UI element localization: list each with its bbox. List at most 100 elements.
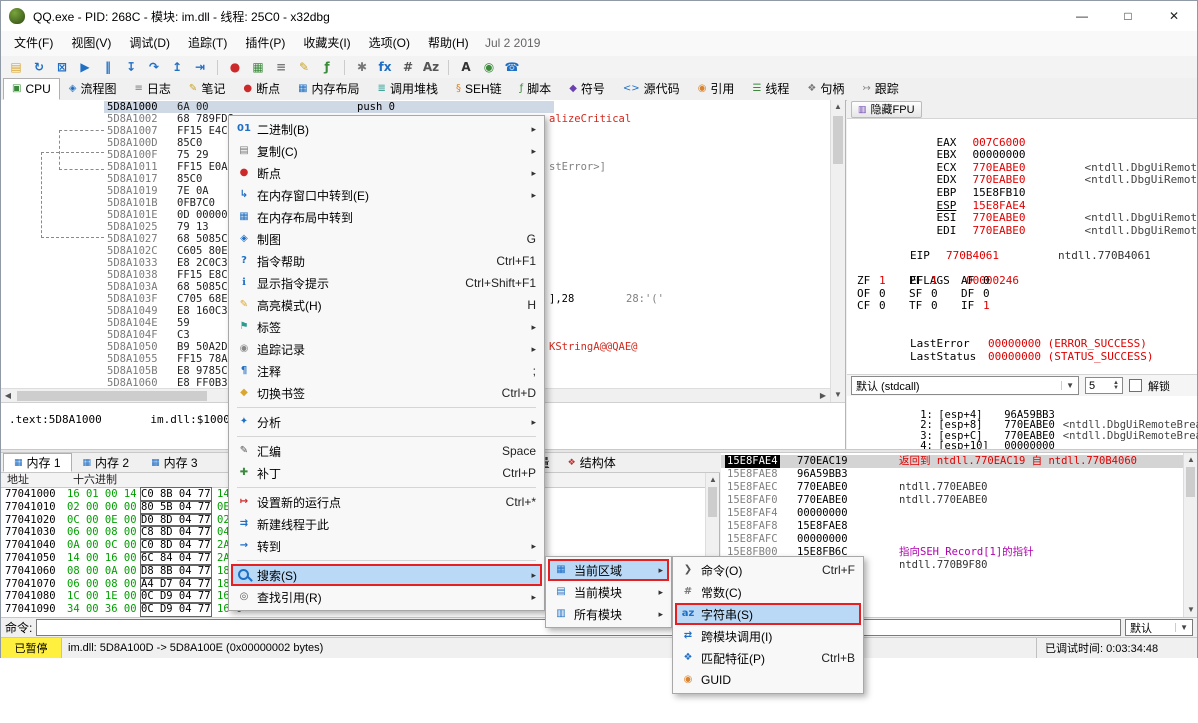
log-icon[interactable]: ≡ (271, 58, 291, 76)
cpu-flag[interactable]: CF0 (857, 300, 909, 313)
stack-row[interactable]: 15E8FAFC 00000000 (721, 533, 1197, 546)
view-tab[interactable]: ▦ 内存布局 (289, 78, 368, 100)
run-icon[interactable]: ▶ (75, 58, 95, 76)
segment-registers-row[interactable]: GS 002BFS 0053 (857, 363, 1197, 374)
scrollbar-thumb[interactable] (708, 487, 717, 517)
submenu-item[interactable]: ▦ 当前区域 (548, 559, 669, 581)
menubar-item[interactable]: 帮助(H) (419, 31, 478, 56)
submenu-item[interactable]: ❖ 匹配特征(P) Ctrl+B (675, 647, 861, 669)
eflags-row[interactable]: EFLAGS00000246 (857, 263, 1197, 276)
view-tab[interactable]: ● 断点 (234, 78, 289, 100)
minimize-button[interactable]: — (1059, 1, 1105, 31)
last-error-row[interactable]: LastError00000000 (ERROR_SUCCESS) (857, 326, 1197, 339)
calling-convention-select[interactable]: 默认 (stdcall) ▼ (851, 376, 1079, 395)
scroll-up-icon[interactable]: ▲ (1184, 453, 1198, 467)
pause-icon[interactable]: ‖ (98, 58, 118, 76)
font-icon[interactable]: A (456, 58, 476, 76)
context-menu-item[interactable]: ◎ 查找引用(R) (231, 586, 542, 608)
view-tab[interactable]: ↣ 跟踪 (853, 78, 907, 100)
context-menu-item[interactable]: ✚ 补丁 Ctrl+P (231, 462, 542, 484)
menubar-item[interactable]: 视图(V) (62, 31, 120, 56)
disasm-vertical-scrollbar[interactable]: ▲ ▼ (830, 100, 845, 402)
pound-icon[interactable]: # (398, 58, 418, 76)
step-over-icon[interactable]: ↷ (144, 58, 164, 76)
scrollbar-thumb[interactable] (1186, 467, 1195, 497)
register-row[interactable]: EAX007C6000 (857, 124, 1197, 137)
scroll-up-icon[interactable]: ▲ (831, 100, 845, 114)
scroll-up-icon[interactable]: ▲ (706, 473, 720, 487)
stack-scrollbar[interactable]: ▲ ▼ (1183, 453, 1197, 617)
context-menu-item[interactable]: ↳ 在内存窗口中转到(E) (231, 184, 542, 206)
scroll-down-icon[interactable]: ▼ (831, 388, 845, 402)
context-menu-item[interactable]: ◈ 制图 G (231, 228, 542, 250)
dump-tab[interactable]: ▦ 内存 2 (72, 453, 141, 472)
menubar-item[interactable]: 追踪(T) (179, 31, 236, 56)
menubar-item[interactable]: 选项(O) (360, 31, 419, 56)
settings-icon[interactable]: ✱ (352, 58, 372, 76)
submenu-item[interactable]: ❯ 命令(O) Ctrl+F (675, 559, 861, 581)
call-arguments-list[interactable]: 1:[esp+4]96A59BB3 2:[esp+8]770EABE0<ntdl… (847, 396, 1197, 449)
open-file-icon[interactable]: ▤ (6, 58, 26, 76)
view-tab[interactable]: ✎ 笔记 (180, 78, 234, 100)
view-tab[interactable]: § SEH链 (447, 78, 511, 100)
scrollbar-thumb[interactable] (17, 391, 207, 401)
dump-tab[interactable]: ▦ 内存 1 (3, 453, 72, 472)
chevron-down-icon[interactable]: ▼ (1061, 381, 1074, 390)
menubar-item[interactable]: 插件(P) (236, 31, 294, 56)
breakpoints-icon[interactable]: ● (225, 58, 245, 76)
context-menu-item[interactable]: → 转到 (231, 535, 542, 557)
context-menu-item[interactable]: ✦ 分析 (231, 411, 542, 433)
menubar-item[interactable]: 文件(F) (5, 31, 62, 56)
unlock-checkbox[interactable] (1129, 379, 1142, 392)
context-menu-item[interactable]: ✎ 汇编 Space (231, 440, 542, 462)
cpu-flag[interactable]: TF0 (909, 300, 961, 313)
context-menu-item[interactable]: ◆ 切换书签 Ctrl+D (231, 382, 542, 404)
phone-icon[interactable]: ☎ (502, 58, 522, 76)
context-menu-item[interactable]: ⇉ 新建线程于此 (231, 513, 542, 535)
view-tab[interactable]: <> 源代码 (614, 78, 689, 100)
stack-row[interactable]: 15E8FAE8 96A59BB3 (721, 468, 1197, 481)
command-type-select[interactable]: 默认 ▼ (1125, 619, 1193, 636)
restart-icon[interactable]: ↻ (29, 58, 49, 76)
submenu-item[interactable]: ◉ GUID (675, 669, 861, 691)
context-menu-item[interactable]: ⚑ 标签 (231, 316, 542, 338)
context-menu-item[interactable]: 01 二进制(B) (231, 118, 542, 140)
dump-tab[interactable]: ▦ 内存 3 (140, 453, 209, 472)
run-to-user-icon[interactable]: ⇥ (190, 58, 210, 76)
submenu-item[interactable]: ⇄ 跨模块调用(I) (675, 625, 861, 647)
context-menu-item[interactable]: ▤ 复制(C) (231, 140, 542, 162)
stepper-arrows-icon[interactable]: ▲▼ (1113, 381, 1119, 391)
scroll-left-icon[interactable]: ◀ (1, 389, 15, 403)
context-menu-item[interactable]: 搜索(S) (231, 564, 542, 586)
notes-icon[interactable]: ✎ (294, 58, 314, 76)
cpu-flag[interactable]: IF1 (961, 300, 1013, 313)
stack-row[interactable]: 15E8FAF8 15E8FAE8 (721, 520, 1197, 533)
view-tab[interactable]: ◆ 符号 (560, 78, 614, 100)
menubar-item[interactable]: 调试(D) (120, 31, 179, 56)
view-tab[interactable]: ▣ CPU (3, 78, 60, 100)
view-tab[interactable]: ☰ 线程 (743, 78, 798, 100)
memory-map-icon[interactable]: ▦ (248, 58, 268, 76)
context-menu-item[interactable]: ◉ 追踪记录 (231, 338, 542, 360)
stack-row[interactable]: 15E8FAEC 770EABE0 ntdll.770EABE0 (721, 481, 1197, 494)
view-tab[interactable]: ƒ 脚本 (511, 78, 561, 100)
call-argument-row[interactable]: 1:[esp+4]96A59BB3 (857, 399, 1197, 410)
stack-row[interactable]: 15E8FAF0 770EABE0 ntdll.770EABE0 (721, 494, 1197, 507)
fx-icon[interactable]: fx (375, 58, 395, 76)
maximize-button[interactable]: □ (1105, 1, 1151, 31)
step-into-icon[interactable]: ↧ (121, 58, 141, 76)
submenu-item[interactable]: ▤ 当前模块 (548, 581, 669, 603)
view-tab[interactable]: ❖ 句柄 (798, 78, 853, 100)
registers-view[interactable]: EAX007C6000 EBX00000000 ECX770EABE0<ntdl… (847, 118, 1197, 374)
stack-row[interactable]: 15E8FAF4 00000000 (721, 507, 1197, 520)
case-icon[interactable]: Az (421, 58, 441, 76)
view-tab[interactable]: ≡ 日志 (126, 78, 180, 100)
context-menu-item[interactable]: ℹ 显示指令提示 Ctrl+Shift+F1 (231, 272, 542, 294)
context-menu-item[interactable]: ¶ 注释 ; (231, 360, 542, 382)
hide-fpu-button[interactable]: 隐藏FPU (851, 101, 922, 118)
view-tab[interactable]: ◉ 引用 (689, 78, 744, 100)
script-icon[interactable]: ƒ (317, 58, 337, 76)
eye-icon[interactable]: ◉ (479, 58, 499, 76)
view-tab[interactable]: ≣ 调用堆栈 (369, 78, 447, 100)
menubar-item[interactable]: 收藏夹(I) (294, 31, 359, 56)
